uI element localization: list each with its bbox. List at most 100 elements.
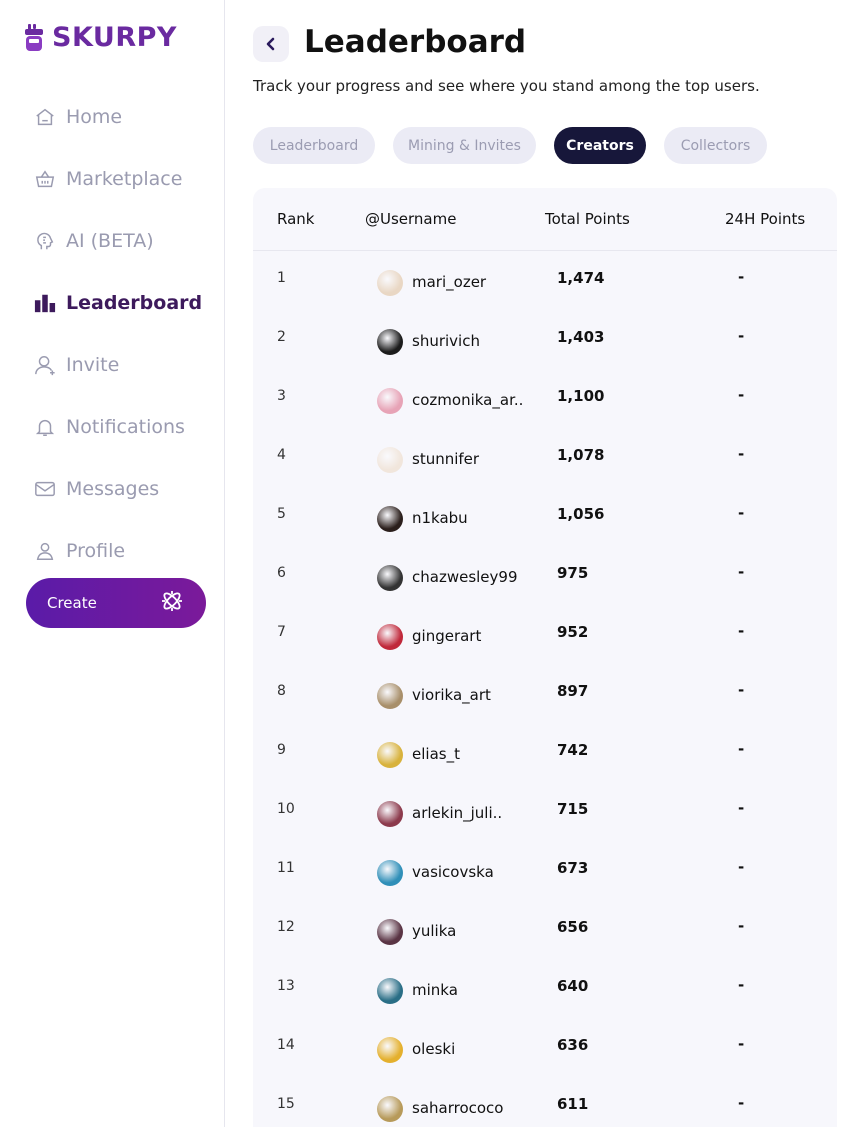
24h-points-cell: - (738, 563, 745, 581)
table-row[interactable]: 4 stunnifer 1,078 - (253, 428, 837, 487)
basket-icon (34, 168, 56, 190)
username-cell[interactable]: vasicovska (412, 863, 494, 881)
table-row[interactable]: 5 n1kabu 1,056 - (253, 487, 837, 546)
24h-points-cell: - (738, 504, 745, 522)
avatar[interactable] (377, 624, 403, 650)
username-cell[interactable]: saharrococo (412, 1099, 503, 1117)
rank-cell: 11 (277, 860, 295, 876)
username-cell[interactable]: minka (412, 981, 458, 999)
username-cell[interactable]: viorika_art (412, 686, 491, 704)
column-header-total-points[interactable]: Total Points (545, 210, 630, 228)
total-points-cell: 1,403 (557, 328, 605, 346)
table-row[interactable]: 13 minka 640 - (253, 959, 837, 1018)
total-points-cell: 952 (557, 623, 589, 641)
sidebar-item-label: Messages (66, 478, 160, 500)
username-cell[interactable]: oleski (412, 1040, 455, 1058)
24h-points-cell: - (738, 681, 745, 699)
sidebar-item-label: Home (66, 106, 123, 128)
avatar[interactable] (377, 506, 403, 532)
24h-points-cell: - (738, 917, 745, 935)
avatar[interactable] (377, 447, 403, 473)
chevron-left-icon (266, 37, 275, 51)
avatar[interactable] (377, 1096, 403, 1122)
username-cell[interactable]: elias_t (412, 745, 460, 763)
rank-cell: 5 (277, 506, 286, 522)
username-cell[interactable]: shurivich (412, 332, 480, 350)
brand-name: SKURPY (52, 22, 177, 53)
column-header-username[interactable]: @Username (365, 210, 456, 228)
rank-cell: 7 (277, 624, 286, 640)
table-row[interactable]: 14 oleski 636 - (253, 1018, 837, 1077)
24h-points-cell: - (738, 858, 745, 876)
avatar[interactable] (377, 860, 403, 886)
username-cell[interactable]: chazwesley99 (412, 568, 518, 586)
table-row[interactable]: 2 shurivich 1,403 - (253, 310, 837, 369)
avatar[interactable] (377, 565, 403, 591)
user-icon (34, 540, 56, 562)
avatar[interactable] (377, 329, 403, 355)
24h-points-cell: - (738, 622, 745, 640)
bar-chart-icon (34, 292, 56, 314)
table-row[interactable]: 7 gingerart 952 - (253, 605, 837, 664)
total-points-cell: 673 (557, 859, 589, 877)
page-title: Leaderboard (304, 24, 527, 60)
sparkle-icon (160, 589, 184, 617)
24h-points-cell: - (738, 740, 745, 758)
tab-collectors[interactable]: Collectors (664, 127, 767, 164)
sidebar-item-profile[interactable]: Profile (34, 520, 202, 582)
avatar[interactable] (377, 270, 403, 296)
brand-logo[interactable]: SKURPY (24, 22, 177, 53)
table-row[interactable]: 1 mari_ozer 1,474 - (253, 251, 837, 310)
create-button[interactable]: Create (26, 578, 206, 628)
tab-bar: Leaderboard Mining & Invites Creators Co… (253, 127, 767, 164)
sidebar-item-messages[interactable]: Messages (34, 458, 202, 520)
username-cell[interactable]: cozmonika_ar.. (412, 391, 523, 409)
username-cell[interactable]: yulika (412, 922, 456, 940)
table-row[interactable]: 8 viorika_art 897 - (253, 664, 837, 723)
back-button[interactable] (253, 26, 289, 62)
sidebar-item-home[interactable]: Home (34, 86, 202, 148)
avatar[interactable] (377, 978, 403, 1004)
rank-cell: 8 (277, 683, 286, 699)
username-cell[interactable]: n1kabu (412, 509, 468, 527)
total-points-cell: 1,056 (557, 505, 605, 523)
rank-cell: 15 (277, 1096, 295, 1112)
sidebar-item-ai[interactable]: AI (BETA) (34, 210, 202, 272)
sidebar-item-leaderboard[interactable]: Leaderboard (34, 272, 202, 334)
table-row[interactable]: 6 chazwesley99 975 - (253, 546, 837, 605)
username-cell[interactable]: stunnifer (412, 450, 479, 468)
username-cell[interactable]: gingerart (412, 627, 481, 645)
sidebar-nav: Home Marketplace AI (BETA) Leaderboard I… (34, 86, 202, 582)
rank-cell: 14 (277, 1037, 295, 1053)
avatar[interactable] (377, 1037, 403, 1063)
tab-leaderboard[interactable]: Leaderboard (253, 127, 375, 164)
total-points-cell: 975 (557, 564, 589, 582)
tab-creators[interactable]: Creators (554, 127, 646, 164)
skurpy-logo-icon (25, 23, 43, 51)
sidebar-item-invite[interactable]: Invite (34, 334, 202, 396)
avatar[interactable] (377, 742, 403, 768)
table-row[interactable]: 15 saharrococo 611 - (253, 1077, 837, 1127)
ai-head-icon (34, 230, 56, 252)
24h-points-cell: - (738, 445, 745, 463)
sidebar-item-marketplace[interactable]: Marketplace (34, 148, 202, 210)
24h-points-cell: - (738, 976, 745, 994)
table-row[interactable]: 12 yulika 656 - (253, 900, 837, 959)
username-cell[interactable]: mari_ozer (412, 273, 486, 291)
tab-mining-invites[interactable]: Mining & Invites (393, 127, 536, 164)
page-subtitle: Track your progress and see where you st… (253, 77, 760, 95)
table-row[interactable]: 10 arlekin_juli.. 715 - (253, 782, 837, 841)
avatar[interactable] (377, 801, 403, 827)
avatar[interactable] (377, 919, 403, 945)
table-row[interactable]: 9 elias_t 742 - (253, 723, 837, 782)
sidebar-item-notifications[interactable]: Notifications (34, 396, 202, 458)
24h-points-cell: - (738, 799, 745, 817)
username-cell[interactable]: arlekin_juli.. (412, 804, 502, 822)
avatar[interactable] (377, 683, 403, 709)
table-row[interactable]: 11 vasicovska 673 - (253, 841, 837, 900)
avatar[interactable] (377, 388, 403, 414)
table-row[interactable]: 3 cozmonika_ar.. 1,100 - (253, 369, 837, 428)
rank-cell: 1 (277, 270, 286, 286)
rank-cell: 4 (277, 447, 286, 463)
column-header-24h-points[interactable]: 24H Points (725, 210, 805, 228)
